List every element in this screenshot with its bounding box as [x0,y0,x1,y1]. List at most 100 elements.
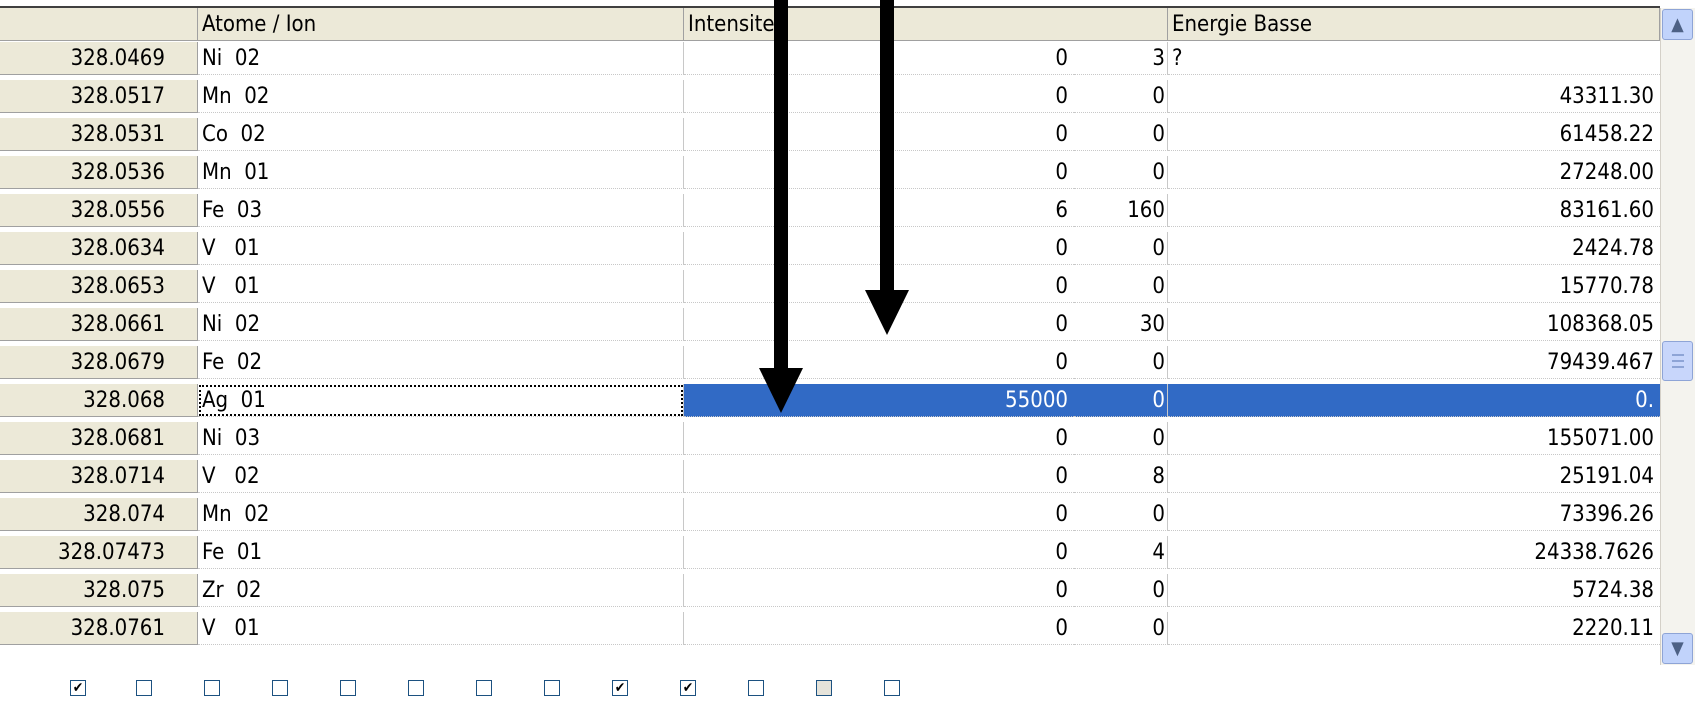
atom-ion-cell[interactable]: V 01 [198,232,684,265]
row-key-cell[interactable]: 328.0536 [0,156,198,189]
row-key-cell[interactable]: 328.0517 [0,80,198,113]
intensity-b-cell[interactable]: 8 [1074,460,1168,493]
intensity-b-cell[interactable]: 0 [1074,384,1168,417]
energy-cell[interactable]: 43311.30 [1168,80,1660,113]
header-key[interactable] [0,8,198,41]
filter-checkbox[interactable] [476,680,492,696]
atom-ion-cell[interactable]: Ni 02 [198,308,684,341]
vertical-scrollbar[interactable]: ▲ ▼ [1660,8,1695,665]
row-key-cell[interactable]: 328.0653 [0,270,198,303]
atom-ion-cell[interactable]: Ni 03 [198,422,684,455]
table-row[interactable]: 328.0761 V 01 0 0 2220.11 [0,612,1660,646]
row-key-cell[interactable]: 328.0714 [0,460,198,493]
row-key-cell[interactable]: 328.0679 [0,346,198,379]
row-key-cell[interactable]: 328.075 [0,574,198,607]
intensity-b-cell[interactable]: 0 [1074,80,1168,113]
row-key-cell[interactable]: 328.0661 [0,308,198,341]
table-row[interactable]: 328.0714 V 02 0 8 25191.04 [0,460,1660,494]
energy-cell[interactable]: 61458.22 [1168,118,1660,151]
intensity-b-cell[interactable]: 0 [1074,156,1168,189]
intensity-b-cell[interactable]: 0 [1074,232,1168,265]
table-row[interactable]: 328.0517 Mn 02 0 0 43311.30 [0,80,1660,114]
energy-cell[interactable]: 83161.60 [1168,194,1660,227]
intensity-b-cell[interactable]: 0 [1074,346,1168,379]
table-row[interactable]: 328.0531 Co 02 0 0 61458.22 [0,118,1660,152]
intensity-a-cell[interactable]: 0 [684,80,1074,113]
atom-ion-cell[interactable]: Zr 02 [198,574,684,607]
energy-cell[interactable]: 15770.78 [1168,270,1660,303]
table-row[interactable]: 328.0536 Mn 01 0 0 27248.00 [0,156,1660,190]
intensity-b-cell[interactable]: 0 [1074,270,1168,303]
table-row[interactable]: 328.075 Zr 02 0 0 5724.38 [0,574,1660,608]
intensity-a-cell[interactable]: 0 [684,536,1074,569]
energy-cell[interactable]: 27248.00 [1168,156,1660,189]
row-key-cell[interactable]: 328.0761 [0,612,198,645]
filter-checkbox[interactable] [748,680,764,696]
intensity-b-cell[interactable]: 0 [1074,422,1168,455]
filter-checkbox[interactable] [884,680,900,696]
atom-ion-cell[interactable]: Mn 02 [198,498,684,531]
intensity-b-cell[interactable]: 0 [1074,118,1168,151]
intensity-a-cell[interactable]: 0 [684,118,1074,151]
energy-cell[interactable]: 24338.7626 [1168,536,1660,569]
header-intensites[interactable]: Intensites [684,8,1168,41]
intensity-b-cell[interactable]: 3 [1074,42,1168,75]
table-row[interactable]: 328.0556 Fe 03 6 160 83161.60 [0,194,1660,228]
table-row[interactable]: 328.0469 Ni 02 0 3? [0,42,1660,76]
filter-checkbox[interactable] [204,680,220,696]
energy-cell[interactable]: 25191.04 [1168,460,1660,493]
row-key-cell[interactable]: 328.0531 [0,118,198,151]
table-row[interactable]: 328.068 Ag 01 55000 0 0. [0,384,1660,418]
energy-cell[interactable]: 2220.11 [1168,612,1660,645]
row-key-cell[interactable]: 328.0634 [0,232,198,265]
energy-cell[interactable]: 5724.38 [1168,574,1660,607]
filter-checkbox[interactable] [136,680,152,696]
filter-checkbox[interactable]: ✔ [70,680,86,696]
intensity-a-cell[interactable]: 0 [684,232,1074,265]
atom-ion-cell[interactable]: Fe 02 [198,346,684,379]
header-atom-ion[interactable]: Atome / Ion [198,8,684,41]
scroll-thumb[interactable] [1662,341,1693,381]
filter-checkbox[interactable] [816,680,832,696]
atom-ion-cell[interactable]: Ni 02 [198,42,684,75]
filter-checkbox[interactable] [544,680,560,696]
filter-checkbox[interactable] [408,680,424,696]
filter-checkbox[interactable]: ✔ [680,680,696,696]
row-key-cell[interactable]: 328.07473 [0,536,198,569]
table-row[interactable]: 328.0681 Ni 03 0 0 155071.00 [0,422,1660,456]
table-row[interactable]: 328.074 Mn 02 0 0 73396.26 [0,498,1660,532]
atom-ion-cell[interactable]: Ag 01 [198,384,684,417]
row-key-cell[interactable]: 328.0469 [0,42,198,75]
row-key-cell[interactable]: 328.068 [0,384,198,417]
intensity-b-cell[interactable]: 30 [1074,308,1168,341]
atom-ion-cell[interactable]: Mn 01 [198,156,684,189]
intensity-a-cell[interactable]: 0 [684,422,1074,455]
atom-ion-cell[interactable]: Mn 02 [198,80,684,113]
intensity-b-cell[interactable]: 4 [1074,536,1168,569]
intensity-a-cell[interactable]: 0 [684,460,1074,493]
atom-ion-cell[interactable]: Fe 03 [198,194,684,227]
intensity-a-cell[interactable]: 55000 [684,384,1074,417]
row-key-cell[interactable]: 328.0556 [0,194,198,227]
scroll-down-arrow-icon[interactable]: ▼ [1662,633,1693,664]
energy-cell[interactable]: ? [1168,42,1660,75]
table-row[interactable]: 328.0679 Fe 02 0 0 79439.467 [0,346,1660,380]
energy-cell[interactable]: 155071.00 [1168,422,1660,455]
atom-ion-cell[interactable]: Fe 01 [198,536,684,569]
intensity-b-cell[interactable]: 160 [1074,194,1168,227]
atom-ion-cell[interactable]: Co 02 [198,118,684,151]
table-row[interactable]: 328.0634 V 01 0 0 2424.78 [0,232,1660,266]
intensity-a-cell[interactable]: 0 [684,346,1074,379]
filter-checkbox[interactable] [272,680,288,696]
row-key-cell[interactable]: 328.0681 [0,422,198,455]
intensity-a-cell[interactable]: 0 [684,574,1074,607]
intensity-a-cell[interactable]: 0 [684,156,1074,189]
atom-ion-cell[interactable]: V 01 [198,270,684,303]
atom-ion-cell[interactable]: V 01 [198,612,684,645]
intensity-b-cell[interactable]: 0 [1074,498,1168,531]
energy-cell[interactable]: 73396.26 [1168,498,1660,531]
energy-cell[interactable]: 0. [1168,384,1660,417]
intensity-a-cell[interactable]: 0 [684,612,1074,645]
energy-cell[interactable]: 79439.467 [1168,346,1660,379]
table-row[interactable]: 328.0661 Ni 02 0 30 108368.05 [0,308,1660,342]
